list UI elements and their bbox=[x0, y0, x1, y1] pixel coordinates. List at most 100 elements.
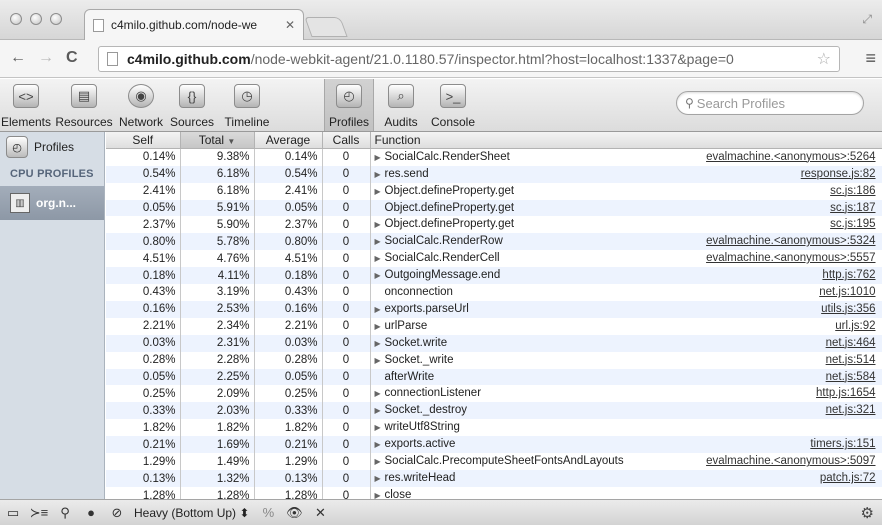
forward-arrow-icon[interactable]: → bbox=[38, 49, 54, 67]
source-link[interactable]: http.js:762 bbox=[822, 267, 875, 283]
record-icon[interactable]: ● bbox=[78, 501, 104, 525]
minimize-window-button[interactable] bbox=[30, 13, 42, 25]
table-row[interactable]: 0.28% 2.28% 0.28% 0 ▶ Socket._write net.js:514 bbox=[106, 351, 882, 369]
column-header-total[interactable]: Total ▼ bbox=[180, 132, 255, 149]
source-link[interactable]: net.js:514 bbox=[826, 352, 876, 368]
source-link[interactable]: evalmachine.<anonymous>:5264 bbox=[706, 149, 875, 165]
fullscreen-icon[interactable]: ⤢ bbox=[862, 12, 872, 27]
table-row[interactable]: 2.37% 5.90% 2.37% 0 ▶ Object.defineProperty.g… bbox=[106, 216, 882, 234]
expand-triangle-icon[interactable]: ▶ bbox=[375, 184, 385, 200]
source-link[interactable]: evalmachine.<anonymous>:5557 bbox=[706, 250, 875, 266]
console-drawer-icon[interactable]: ≻≡ bbox=[26, 501, 52, 525]
table-row[interactable]: 0.03% 2.31% 0.03% 0 ▶ Socket.write net.js:464 bbox=[106, 334, 882, 352]
table-row[interactable]: 0.80% 5.78% 0.80% 0 ▶ SocialCalc.RenderRow eva… bbox=[106, 233, 882, 251]
panel-timeline[interactable]: ◷ Timeline bbox=[218, 79, 276, 131]
expand-triangle-icon[interactable]: ▶ bbox=[375, 336, 385, 352]
source-link[interactable]: url.js:92 bbox=[835, 318, 875, 334]
panel-resources[interactable]: ▤ Resources bbox=[52, 79, 116, 131]
view-mode-select[interactable]: Heavy (Bottom Up) ⬍ bbox=[134, 506, 249, 520]
source-link[interactable]: net.js:584 bbox=[826, 369, 876, 385]
panel-profiles[interactable]: ◴ Profiles bbox=[324, 79, 374, 131]
devtools-panel-bar: <> Elements ▤ Resources ◉ Network {} Sou… bbox=[0, 79, 882, 132]
zoom-window-button[interactable] bbox=[50, 13, 62, 25]
bookmark-star-icon[interactable]: ☆ bbox=[817, 49, 831, 69]
expand-triangle-icon[interactable]: ▶ bbox=[375, 234, 385, 250]
table-row[interactable]: 0.33% 2.03% 0.33% 0 ▶ Socket._destroy net.js:3… bbox=[106, 402, 882, 420]
expand-triangle-icon[interactable]: ▶ bbox=[375, 319, 385, 335]
expand-triangle-icon[interactable]: ▶ bbox=[375, 167, 385, 183]
source-link[interactable]: evalmachine.<anonymous>:5097 bbox=[706, 453, 875, 469]
tab-close-icon[interactable]: ✕ bbox=[285, 18, 295, 32]
chrome-menu-icon[interactable]: ≡ bbox=[865, 49, 876, 67]
source-link[interactable]: sc.js:186 bbox=[830, 183, 875, 199]
expand-triangle-icon[interactable]: ▶ bbox=[375, 437, 385, 453]
source-link[interactable]: patch.js:72 bbox=[820, 470, 876, 486]
expand-triangle-icon[interactable]: ▶ bbox=[375, 251, 385, 267]
expand-triangle-icon[interactable]: ▶ bbox=[375, 353, 385, 369]
url-text[interactable]: c4milo.github.com/node-webkit-agent/21.0… bbox=[127, 51, 734, 67]
expand-triangle-icon[interactable]: ▶ bbox=[375, 488, 385, 499]
expand-triangle-icon[interactable]: ▶ bbox=[375, 150, 385, 166]
table-row[interactable]: 2.21% 2.34% 2.21% 0 ▶ urlParse url.js:92 bbox=[106, 317, 882, 335]
gear-icon[interactable]: ⚙ bbox=[861, 504, 874, 522]
expand-triangle-icon[interactable]: ▶ bbox=[375, 454, 385, 470]
source-link[interactable]: net.js:321 bbox=[826, 402, 876, 418]
expand-triangle-icon[interactable]: ▶ bbox=[375, 302, 385, 318]
source-link[interactable]: sc.js:187 bbox=[830, 200, 875, 216]
table-row[interactable]: 1.29% 1.49% 1.29% 0 ▶ SocialCalc.PrecomputeSh… bbox=[106, 453, 882, 471]
search-profiles-box[interactable]: ⚲ bbox=[676, 91, 864, 115]
source-link[interactable]: response.js:82 bbox=[801, 166, 876, 182]
source-link[interactable]: timers.js:151 bbox=[810, 436, 875, 452]
exclude-close-icon[interactable]: ✕ bbox=[307, 501, 333, 525]
inspect-search-icon[interactable]: ⚲ bbox=[52, 501, 78, 525]
table-row[interactable]: 2.41% 6.18% 2.41% 0 ▶ Object.defineProperty.g… bbox=[106, 182, 882, 200]
table-row[interactable]: 0.43% 3.19% 0.43% 0 onconnection net.js:1010 bbox=[106, 284, 882, 301]
clear-icon[interactable]: ⊘ bbox=[104, 501, 130, 525]
table-row[interactable]: 0.25% 2.09% 0.25% 0 ▶ connectionListener http.… bbox=[106, 385, 882, 403]
reload-icon[interactable]: C bbox=[66, 49, 78, 67]
table-row[interactable]: 0.14% 9.38% 0.14% 0 ▶ SocialCalc.RenderSheet e… bbox=[106, 148, 882, 166]
browser-tab[interactable]: c4milo.github.com/node-we ✕ bbox=[84, 9, 304, 40]
percent-toggle-button[interactable]: % bbox=[255, 501, 281, 525]
table-row[interactable]: 1.28% 1.28% 1.28% 0 ▶ close bbox=[106, 487, 882, 499]
column-header-self[interactable]: Self bbox=[106, 132, 181, 149]
panel-audits[interactable]: ⌕ Audits bbox=[378, 79, 424, 131]
source-link[interactable]: sc.js:195 bbox=[830, 216, 875, 232]
table-row[interactable]: 0.05% 5.91% 0.05% 0 Object.defineProperty.ge… bbox=[106, 199, 882, 217]
expand-triangle-icon[interactable]: ▶ bbox=[375, 471, 385, 487]
table-row[interactable]: 0.13% 1.32% 0.13% 0 ▶ res.writeHead patch.js:7… bbox=[106, 470, 882, 488]
expand-triangle-icon[interactable]: ▶ bbox=[375, 217, 385, 233]
source-link[interactable]: net.js:1010 bbox=[819, 284, 875, 300]
address-bar[interactable]: c4milo.github.com/node-webkit-agent/21.0… bbox=[98, 46, 840, 72]
new-tab-button[interactable] bbox=[304, 17, 348, 37]
table-row[interactable]: 0.21% 1.69% 0.21% 0 ▶ exports.active timers.js… bbox=[106, 436, 882, 454]
expand-triangle-icon[interactable]: ▶ bbox=[375, 403, 385, 419]
table-row[interactable]: 4.51% 4.76% 4.51% 0 ▶ SocialCalc.RenderCell ev… bbox=[106, 250, 882, 268]
sidebar-item-profile[interactable]: ▥ org.n... bbox=[0, 186, 104, 220]
column-header-function[interactable]: Function bbox=[370, 132, 882, 149]
close-window-button[interactable] bbox=[10, 13, 22, 25]
dock-icon[interactable]: ▭ bbox=[0, 501, 26, 525]
table-row[interactable]: 0.05% 2.25% 0.05% 0 afterWrite net.js:584 bbox=[106, 368, 882, 386]
column-header-average[interactable]: Average bbox=[254, 132, 323, 149]
source-link[interactable]: http.js:1654 bbox=[816, 385, 875, 401]
sidebar-profiles-header[interactable]: ◴ Profiles bbox=[0, 132, 104, 162]
expand-triangle-icon[interactable]: ▶ bbox=[375, 420, 385, 436]
column-header-calls[interactable]: Calls bbox=[322, 132, 371, 149]
table-row[interactable]: 0.54% 6.18% 0.54% 0 ▶ res.send response.js:82 bbox=[106, 165, 882, 183]
panel-console[interactable]: >_ Console bbox=[428, 79, 478, 131]
expand-triangle-icon[interactable]: ▶ bbox=[375, 386, 385, 402]
search-profiles-input[interactable] bbox=[696, 95, 847, 111]
panel-sources[interactable]: {} Sources bbox=[166, 79, 218, 131]
source-link[interactable]: utils.js:356 bbox=[821, 301, 875, 317]
table-row[interactable]: 0.16% 2.53% 0.16% 0 ▶ exports.parseUrl utils.j… bbox=[106, 300, 882, 318]
table-row[interactable]: 0.18% 4.11% 0.18% 0 ▶ OutgoingMessage.end http… bbox=[106, 267, 882, 285]
expand-triangle-icon[interactable]: ▶ bbox=[375, 268, 385, 284]
back-arrow-icon[interactable]: ← bbox=[10, 49, 26, 67]
panel-network[interactable]: ◉ Network bbox=[116, 79, 166, 131]
panel-elements[interactable]: <> Elements bbox=[0, 79, 52, 131]
focus-eye-icon[interactable]: 👁 bbox=[281, 501, 307, 525]
table-row[interactable]: 1.82% 1.82% 1.82% 0 ▶ writeUtf8String bbox=[106, 419, 882, 437]
source-link[interactable]: net.js:464 bbox=[826, 335, 876, 351]
source-link[interactable]: evalmachine.<anonymous>:5324 bbox=[706, 233, 875, 249]
